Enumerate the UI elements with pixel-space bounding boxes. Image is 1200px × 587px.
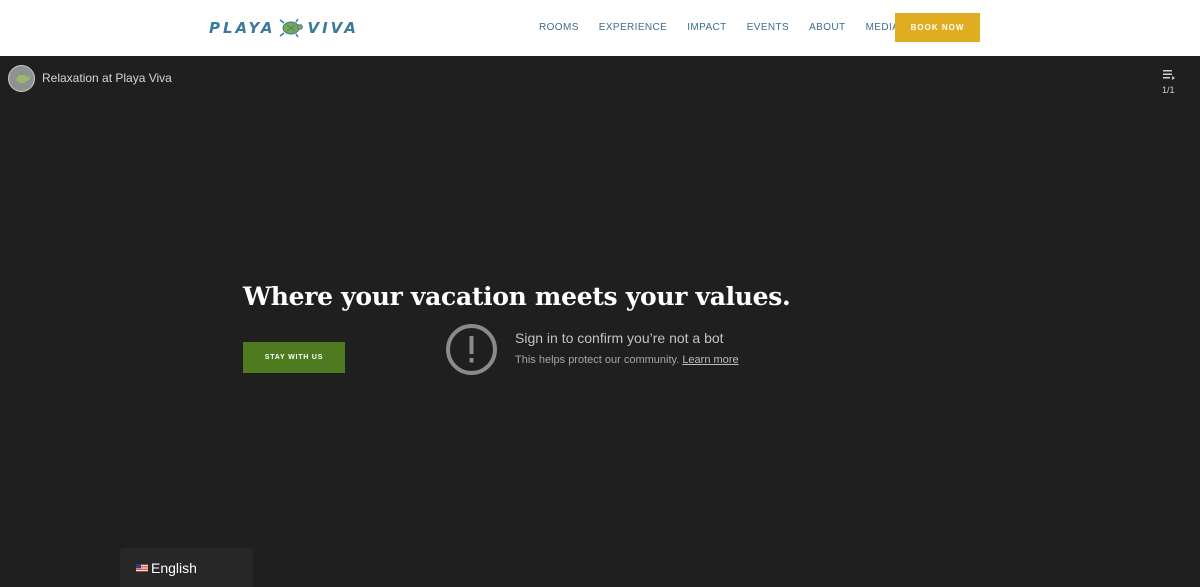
playlist-icon[interactable] [1162, 68, 1176, 82]
language-switcher[interactable]: English [120, 548, 253, 587]
video-title[interactable]: Relaxation at Playa Viva [42, 71, 172, 85]
logo-text-right: VIVA [307, 19, 359, 37]
nav-experience[interactable]: EXPERIENCE [599, 22, 667, 34]
hero-headline: Where your vacation meets your values. [243, 282, 791, 311]
stay-with-us-button[interactable]: STAY WITH US [243, 342, 345, 373]
bot-check-subtitle: This helps protect our community. Learn … [515, 354, 739, 366]
nav-impact[interactable]: IMPACT [687, 22, 726, 34]
learn-more-link[interactable]: Learn more [682, 354, 738, 366]
playlist-count: 1/1 [1162, 85, 1175, 95]
logo-text-left: PLAYA [209, 19, 276, 37]
book-now-button[interactable]: BOOK NOW [895, 13, 980, 42]
bot-check-text: This helps protect our community. [515, 354, 680, 366]
alert-icon [446, 324, 497, 375]
language-label: English [151, 559, 197, 576]
turtle-logo-icon [280, 18, 304, 38]
bot-check-title: Sign in to confirm you’re not a bot [515, 330, 724, 346]
nav-rooms[interactable]: ROOMS [539, 22, 579, 34]
site-logo[interactable]: PLAYA VIVA [209, 16, 359, 40]
site-header: PLAYA VIVA ROOMS EXPERIENCE IMPACT EVENT… [0, 0, 1200, 56]
nav-about[interactable]: ABOUT [809, 22, 845, 34]
nav-events[interactable]: EVENTS [747, 22, 789, 34]
us-flag-icon [136, 563, 148, 572]
turtle-avatar-icon [15, 74, 30, 83]
video-player[interactable]: Relaxation at Playa Viva 1/1 Where your … [0, 56, 1200, 587]
channel-avatar[interactable] [8, 65, 35, 92]
main-nav: ROOMS EXPERIENCE IMPACT EVENTS ABOUT MED… [539, 22, 919, 34]
